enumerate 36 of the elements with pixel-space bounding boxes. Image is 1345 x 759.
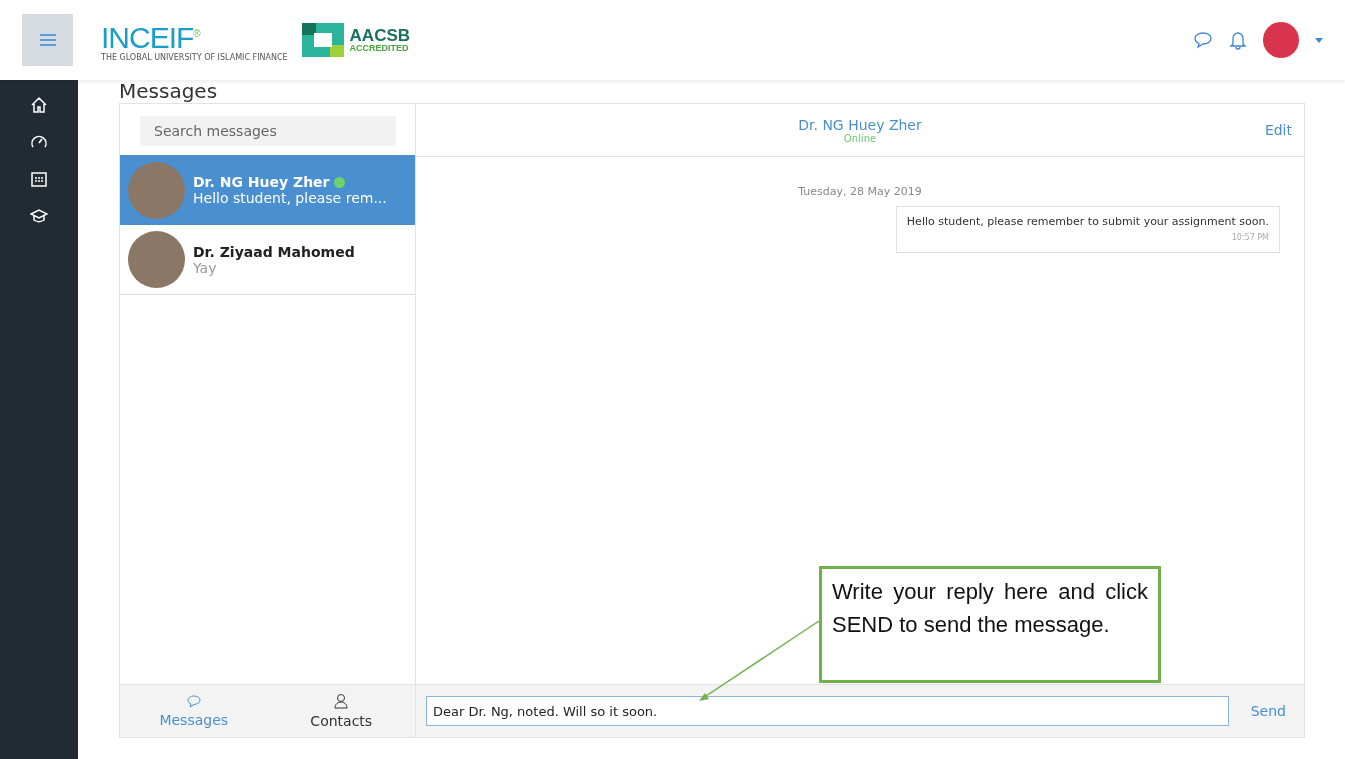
avatar-photo-placeholder [128,161,185,219]
search-field[interactable]: Search messages [140,116,396,146]
calendar-icon[interactable] [30,170,48,188]
date-separator: Tuesday, 28 May 2019 [798,185,922,198]
edit-link[interactable]: Edit [1264,122,1292,138]
online-status: Online [843,132,877,144]
footer-tab[interactable]: Contacts [267,685,415,737]
brand-tagline: THE GLOBAL UNIVERSITY OF ISLAMIC FINANCE [101,52,288,62]
conversation-item[interactable]: Dr. NG Huey Zher Hello student, please rem... [120,155,415,225]
message-time: 10:57 PM [1231,233,1269,242]
contact-name: Dr. Ziyaad Mahomed [193,243,355,260]
reply-field[interactable]: Dear Dr. Ng, noted. Will so it soon. [426,696,1229,726]
graduation-cap-icon[interactable] [30,207,48,225]
callout-note: Write your reply here and click SEND to send the message. [819,566,1161,683]
chat-bubble-icon[interactable] [1193,31,1213,49]
home-icon[interactable] [30,96,48,114]
accreditation-name: AACSB [349,27,411,43]
conversation-item[interactable]: Dr. Ziyaad Mahomed Yay [120,225,415,295]
avatar-photo-placeholder [128,231,185,288]
page-title: Messages [119,80,218,103]
user-avatar[interactable] [1263,22,1299,58]
footer-tab[interactable]: Messages [120,685,268,737]
brand-logo-text: INCEIF$^{®}$ [101,19,201,53]
message-preview: Hello student, please rem... [193,190,387,206]
bell-icon[interactable] [1229,30,1247,50]
caret-icon[interactable] [1315,37,1323,43]
chat-bubble-icon [186,694,201,708]
menu-icon [39,34,56,46]
contact-name: Dr. NG Huey Zher [193,174,330,190]
accreditation-logo-icon [301,23,344,57]
contacts-icon [333,693,350,709]
contact-name: Dr. NG Huey Zher [798,116,922,133]
message-text: Hello student, please remember to submit your assignment soon. [906,215,1269,228]
message-preview: Yay [193,259,218,276]
send-button[interactable]: Send [1242,699,1294,723]
accreditation-subtitle: ACCREDITED [349,42,410,53]
